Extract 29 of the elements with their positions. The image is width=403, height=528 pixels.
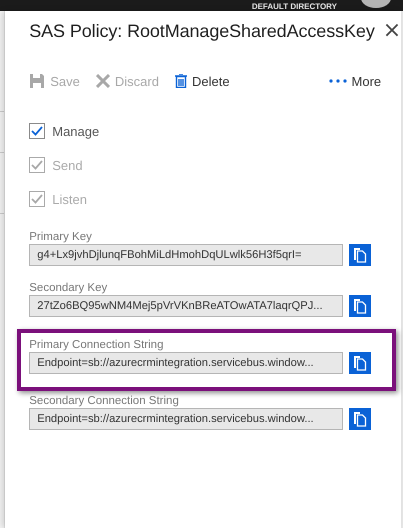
panel-title: SAS Policy: RootManageSharedAccessKey xyxy=(29,20,375,42)
field-label: Secondary Key xyxy=(29,282,108,294)
copy-icon xyxy=(353,355,368,371)
copy-button[interactable] xyxy=(349,352,372,374)
copy-icon xyxy=(353,411,368,427)
save-icon xyxy=(29,73,46,89)
copy-button[interactable] xyxy=(349,408,372,430)
check-icon xyxy=(31,194,44,204)
key-field[interactable]: 27tZo6BQ95wNM4Mej5pVrVKnBReATOwATA7laqrQPJ... xyxy=(29,295,344,317)
field-label: Primary Key xyxy=(29,231,93,243)
close-icon xyxy=(96,74,110,88)
delete-button[interactable]: Delete xyxy=(174,74,230,88)
more-icon xyxy=(328,79,347,83)
more-button[interactable]: More xyxy=(328,74,382,88)
trash-icon xyxy=(174,74,187,88)
close-button[interactable]: × xyxy=(382,20,402,42)
field-label: Primary Connection String xyxy=(29,339,164,351)
key-field[interactable]: Endpoint=sb://azurecrmintegration.servicebus.window... xyxy=(29,352,344,374)
copy-button[interactable] xyxy=(349,295,372,317)
copy-button[interactable] xyxy=(349,244,372,266)
key-field[interactable]: g4+Lx9jvhDjlunqFBohMiLdHmohDqULwlk56H3f5qrI= xyxy=(29,244,344,266)
check-icon xyxy=(31,160,44,170)
copy-icon xyxy=(353,247,368,263)
directory-label: DEFAULT DIRECTORY xyxy=(252,2,337,11)
field-label: Secondary Connection String xyxy=(29,395,180,407)
check-icon xyxy=(31,126,44,136)
copy-icon xyxy=(353,298,368,314)
key-field[interactable]: Endpoint=sb://azurecrmintegration.servicebus.window... xyxy=(29,408,344,430)
claim-checkbox[interactable]: Manage xyxy=(29,123,100,139)
